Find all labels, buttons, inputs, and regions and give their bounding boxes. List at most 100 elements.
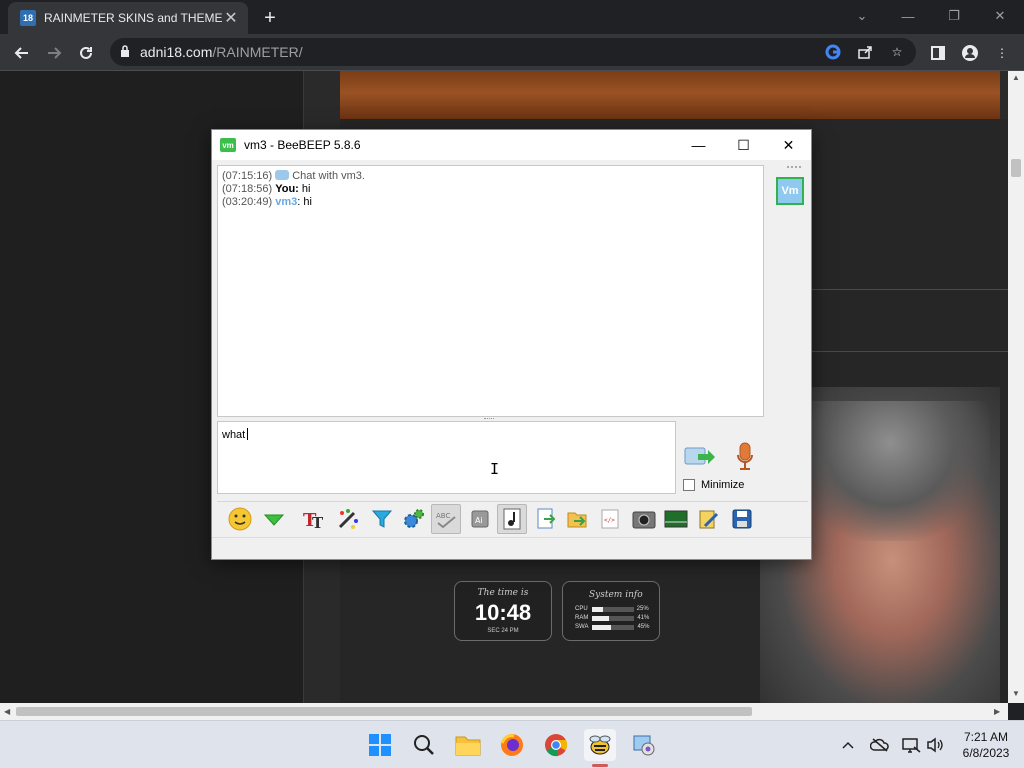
time-widget-date: SEC 24 PM — [487, 628, 519, 634]
side-panel-icon[interactable] — [928, 43, 948, 63]
system-row-ram: RAM 41% — [575, 615, 650, 621]
bookmark-star-icon[interactable]: ☆ — [888, 43, 906, 61]
scroll-left-arrow-icon[interactable]: ◀ — [4, 707, 10, 716]
save-chat-button[interactable] — [531, 504, 561, 534]
gears-icon — [404, 509, 424, 528]
chat-message: (07:15:16) Chat with vm3. — [222, 170, 365, 182]
beebeep-title-bar[interactable]: vm vm3 - BeeBEEP 5.8.6 — ☐ ✕ — [212, 130, 811, 160]
address-bar[interactable]: adni18.com/RAINMETER/ ☆ — [110, 38, 916, 66]
beebeep-maximize-icon[interactable]: ☐ — [721, 130, 766, 160]
network-icon[interactable] — [901, 735, 921, 755]
code-document-icon: </> — [601, 509, 619, 529]
tab-search-chevron-icon[interactable]: ⌄ — [842, 4, 882, 28]
horizontal-scroll-thumb[interactable] — [16, 707, 752, 716]
screenshot-button[interactable] — [629, 504, 659, 534]
floppy-disk-icon — [732, 509, 752, 529]
svg-text:Ai: Ai — [475, 516, 483, 525]
time-widget-label: The time is — [477, 588, 529, 598]
system-row-swap: SWA 45% — [575, 624, 650, 630]
reload-icon[interactable] — [72, 39, 100, 67]
scroll-down-arrow-icon[interactable]: ▼ — [1012, 689, 1020, 698]
browser-tab-bar: 18 RAINMETER SKINS and THEMES ✕ + ⌄ — ❐ … — [0, 0, 1024, 34]
taskbar-search-icon[interactable] — [408, 729, 440, 761]
volume-speaker-icon[interactable] — [925, 735, 945, 755]
chat-tools-toolbar: TT ABC Ai </> — [217, 501, 808, 535]
back-arrow-icon[interactable] — [8, 39, 36, 67]
chat-message: (03:20:49) vm3: hi — [222, 196, 312, 208]
filter-button[interactable] — [367, 504, 397, 534]
clock-date: 6/8/2023 — [962, 746, 1010, 760]
send-arrow-icon — [684, 447, 715, 465]
emoticon-menu-button[interactable] — [259, 504, 289, 534]
settings-button[interactable] — [399, 504, 429, 534]
window-minimize-icon[interactable]: — — [888, 4, 928, 28]
green-dropdown-icon — [263, 514, 285, 526]
control-panel-icon[interactable] — [628, 729, 660, 761]
minimize-checkbox[interactable] — [683, 479, 695, 491]
system-widget-label: System info — [589, 590, 643, 600]
window-close-icon[interactable]: ✕ — [980, 4, 1020, 28]
board-button[interactable] — [661, 504, 691, 534]
music-note-icon — [503, 508, 521, 530]
font-tt-icon: TT — [303, 510, 324, 531]
minimize-checkbox-row[interactable]: Minimize — [683, 479, 744, 491]
panel-grip-handle[interactable] — [787, 166, 801, 169]
beep-sound-button[interactable] — [497, 504, 527, 534]
tab-close-icon[interactable]: ✕ — [222, 9, 240, 27]
window-restore-icon[interactable]: ❐ — [934, 4, 974, 28]
chrome-icon[interactable] — [540, 729, 572, 761]
beebeep-taskbar-icon[interactable] — [584, 729, 616, 761]
save-button[interactable] — [727, 504, 757, 534]
green-board-icon — [664, 510, 688, 528]
font-color-button[interactable] — [333, 504, 363, 534]
onedrive-offline-icon[interactable] — [870, 735, 890, 755]
spellcheck-button[interactable]: ABC — [431, 504, 461, 534]
vertical-scroll-thumb[interactable] — [1011, 159, 1021, 177]
svg-text:ABC: ABC — [436, 512, 450, 520]
time-widget-time: 10:48 — [474, 600, 532, 625]
forward-arrow-icon[interactable] — [40, 39, 68, 67]
firefox-icon[interactable] — [496, 729, 528, 761]
address-url: adni18.com/RAINMETER/ — [140, 44, 303, 60]
voice-message-button[interactable] — [732, 441, 758, 473]
filter-funnel-icon — [371, 510, 393, 528]
beebeep-app-icon: vm — [220, 138, 236, 152]
svg-text:</>: </> — [604, 517, 615, 524]
word-completer-button[interactable]: Ai — [465, 504, 495, 534]
start-windows-icon[interactable] — [364, 729, 396, 761]
chat-splitter-handle[interactable] — [484, 418, 494, 420]
notes-button[interactable] — [693, 504, 723, 534]
user-avatar-vm3[interactable]: Vm — [776, 177, 804, 205]
windows-taskbar: 7:21 AM 6/8/2023 — [0, 720, 1024, 768]
chat-history[interactable]: (07:15:16) Chat with vm3. (07:18:56) You… — [217, 165, 764, 417]
members-panel — [771, 160, 811, 499]
beebeep-close-icon[interactable]: ✕ — [766, 130, 811, 160]
beebeep-minimize-icon[interactable]: — — [676, 130, 721, 160]
new-tab-plus-icon[interactable]: + — [258, 6, 282, 30]
scroll-right-arrow-icon[interactable]: ▶ — [994, 707, 1000, 716]
wood-banner — [340, 71, 1000, 119]
scroll-up-arrow-icon[interactable]: ▲ — [1012, 73, 1020, 82]
export-document-icon — [537, 508, 556, 529]
taskbar-clock[interactable]: 7:21 AM 6/8/2023 — [956, 729, 1016, 761]
color-pencil-icon — [338, 509, 358, 529]
browser-tab[interactable]: 18 RAINMETER SKINS and THEMES ✕ — [8, 2, 248, 34]
tray-overflow-chevron-icon[interactable] — [838, 735, 858, 755]
dictionary-icon: Ai — [471, 510, 489, 528]
send-message-button[interactable] — [683, 443, 717, 471]
html-view-button[interactable]: </> — [595, 504, 625, 534]
time-widget: The time is 10:48 SEC 24 PM — [454, 581, 552, 641]
send-file-button[interactable] — [563, 504, 593, 534]
page-vertical-scrollbar[interactable]: ▲ ▼ — [1008, 71, 1024, 703]
font-button[interactable]: TT — [299, 504, 329, 534]
share-icon[interactable] — [856, 43, 874, 61]
emoticon-smiley-button[interactable] — [225, 504, 255, 534]
message-input[interactable]: what — [217, 421, 676, 494]
profile-avatar-icon[interactable] — [960, 43, 980, 63]
page-horizontal-scrollbar[interactable]: ◀ ▶ — [0, 703, 1008, 720]
browser-menu-icon[interactable]: ⋮ — [992, 43, 1012, 63]
file-explorer-icon[interactable] — [452, 729, 484, 761]
mouse-ibeam-cursor: I — [490, 460, 500, 478]
minimize-label: Minimize — [701, 479, 745, 491]
google-icon[interactable] — [824, 43, 842, 61]
